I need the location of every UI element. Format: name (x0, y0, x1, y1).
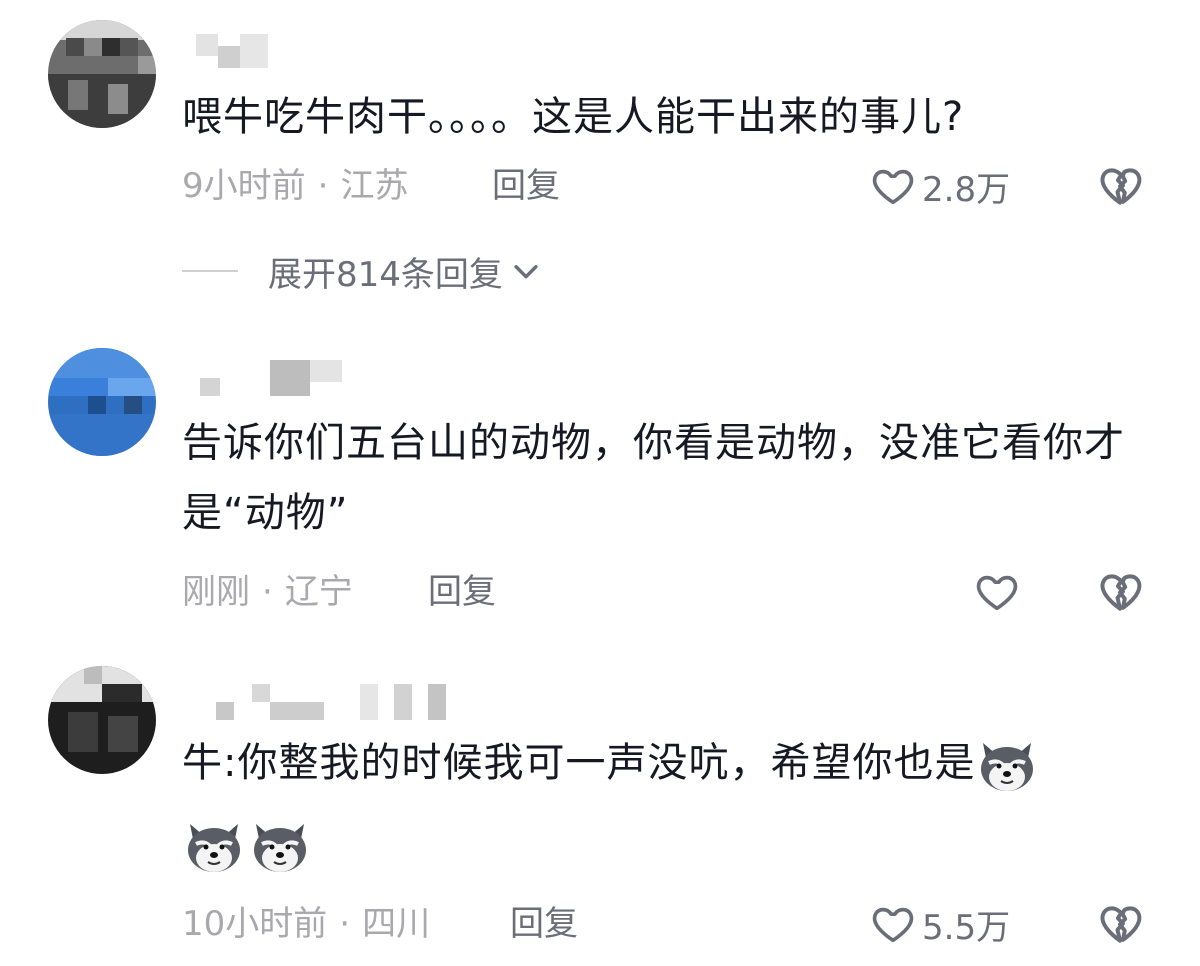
comment-location: 四川 (362, 904, 431, 944)
comment-location: 辽宁 (284, 572, 353, 612)
username-redacted[interactable] (182, 34, 482, 78)
avatar-pixel (48, 348, 156, 378)
username-pixel (360, 684, 378, 720)
comment-meta: 刚刚 · 辽宁 (182, 570, 353, 614)
comment-location: 江苏 (340, 166, 409, 206)
broken-heart-icon (1100, 906, 1142, 943)
comment-item: 牛:你整我的时候我可一声没吭，希望你也是 10小时前 · 四川 回复 5.5万 (0, 650, 1200, 966)
reply-button[interactable]: 回复 (492, 164, 560, 208)
comment-meta: 10小时前 · 四川 (182, 902, 430, 946)
username-pixel (218, 46, 240, 68)
wolf-face-emoji-icon (981, 743, 1034, 791)
avatar-pixel (68, 712, 98, 752)
broken-heart-icon (1100, 168, 1142, 205)
comment-item: 喂牛吃牛肉干。。。。这是人能干出来的事儿? 9小时前 · 江苏 回复 2.8万 展开… (0, 0, 1200, 320)
username-pixel (428, 684, 446, 720)
meta-separator: · (339, 904, 351, 944)
avatar[interactable] (48, 666, 156, 774)
username-pixel (196, 34, 218, 56)
avatar-pixel (108, 716, 138, 752)
comment-time: 10小时前 (182, 904, 328, 944)
avatar-pixel (66, 38, 84, 56)
comment-text: 喂牛吃牛肉干。。。。这是人能干出来的事儿? (182, 94, 965, 140)
avatar[interactable] (48, 348, 156, 456)
expand-divider (182, 270, 238, 272)
comment-text: 牛:你整我的时候我可一声没吭，希望你也是 (182, 728, 1142, 798)
expand-replies-button[interactable]: 展开814条回复 (182, 246, 543, 296)
avatar-pixel (124, 396, 142, 414)
meta-separator: · (317, 166, 329, 206)
avatar-pixel (84, 38, 102, 56)
reply-button[interactable]: 回复 (510, 902, 578, 946)
emoji-row (182, 814, 312, 878)
avatar-pixel (48, 414, 156, 456)
avatar-pixel (48, 74, 156, 128)
avatar-pixel (108, 378, 156, 396)
heart-outline-icon (872, 907, 914, 943)
meta-separator: · (262, 572, 273, 612)
like-count: 5.5万 (922, 907, 1011, 948)
username-pixel (270, 702, 324, 720)
avatar-pixel (102, 684, 142, 702)
avatar-pixel (48, 20, 156, 40)
dislike-button[interactable] (1095, 567, 1145, 617)
expand-replies-label: 展开814条回复 (268, 254, 503, 295)
username-pixel (270, 360, 310, 396)
username-pixel (216, 702, 234, 720)
avatar-pixel (138, 56, 156, 74)
chevron-down-icon (514, 265, 538, 279)
username-redacted[interactable] (182, 360, 482, 404)
comment-time: 刚刚 (182, 572, 250, 612)
avatar-pixel (120, 38, 138, 56)
username-pixel (200, 378, 220, 396)
avatar-pixel (48, 378, 108, 396)
username-pixel (252, 684, 270, 702)
reply-button[interactable]: 回复 (428, 570, 496, 614)
avatar-pixel (102, 38, 120, 56)
heart-outline-icon (872, 169, 914, 205)
like-button[interactable] (974, 567, 1026, 617)
username-pixel (240, 34, 268, 68)
comment-text: 告诉你们五台山的动物，你看是动物，没准它看你才是“动物” (182, 420, 1125, 536)
comment-time: 9小时前 (182, 166, 306, 206)
broken-heart-icon (1100, 574, 1142, 611)
heart-outline-icon (976, 575, 1018, 611)
avatar[interactable] (48, 20, 156, 128)
comment-meta: 9小时前 · 江苏 (182, 164, 408, 208)
wolf-face-emoji-icon (188, 824, 240, 872)
like-button[interactable]: 5.5万 (870, 899, 1010, 949)
avatar-pixel (108, 84, 128, 114)
like-button[interactable]: 2.8万 (870, 161, 1010, 211)
avatar-pixel (68, 80, 88, 110)
wolf-face-emoji-icon (254, 824, 306, 872)
avatar-pixel (88, 396, 106, 414)
comment-text-body: 牛:你整我的时候我可一声没吭，希望你也是 (182, 740, 976, 786)
username-redacted[interactable] (182, 684, 482, 728)
comment-item: 告诉你们五台山的动物，你看是动物，没准它看你才是“动物” 刚刚 · 辽宁 回复 (0, 320, 1200, 650)
avatar-pixel (84, 666, 102, 684)
username-pixel (394, 684, 412, 720)
dislike-button[interactable] (1095, 899, 1145, 949)
username-pixel (310, 360, 342, 382)
dislike-button[interactable] (1095, 161, 1145, 211)
like-count: 2.8万 (922, 169, 1011, 210)
